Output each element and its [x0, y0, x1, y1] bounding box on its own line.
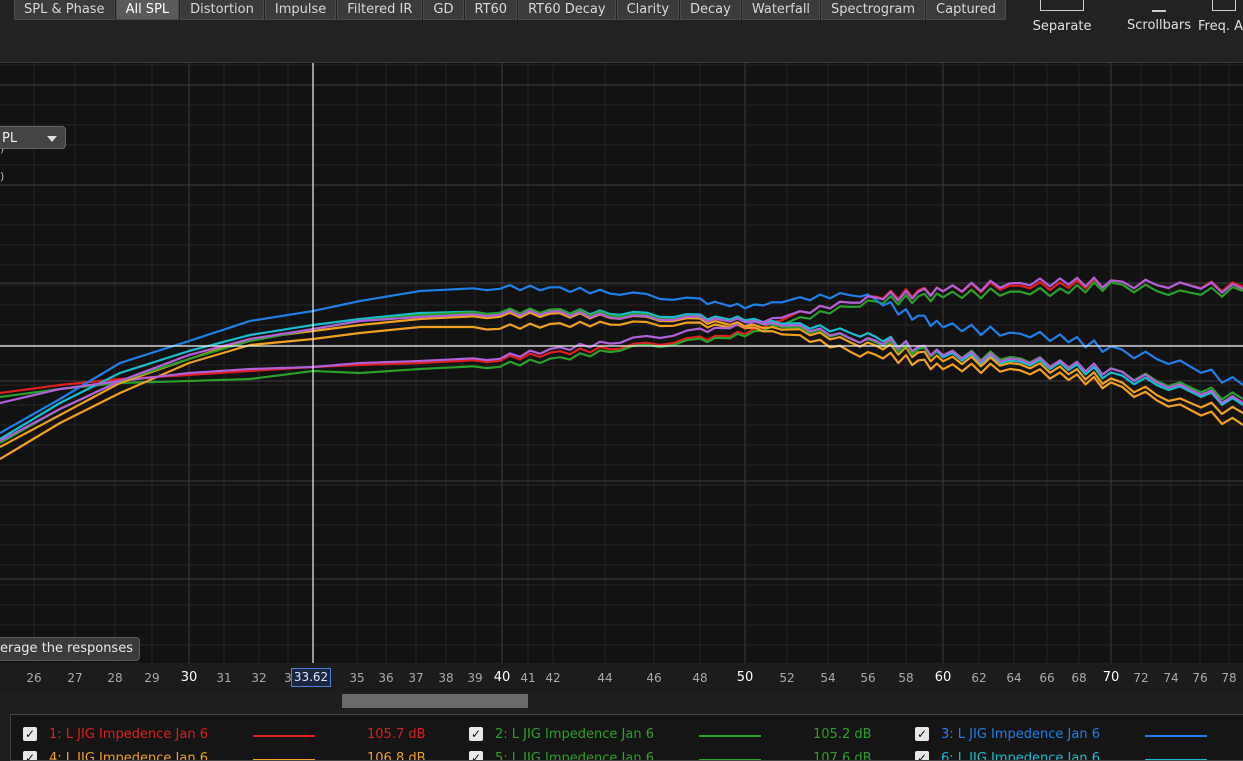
spl-trace [0, 311, 1243, 448]
freq-axis-icon [1212, 0, 1236, 11]
tab-decay[interactable]: Decay [680, 0, 741, 20]
horizontal-scrollbar[interactable] [0, 692, 1243, 710]
legend-item[interactable]: ✓ 5: L JIG Impedence Jan 6 107.6 dB [469, 749, 909, 761]
frequency-tick-label: 44 [597, 671, 613, 685]
legend-checkbox[interactable]: ✓ [23, 751, 37, 760]
legend-checkbox[interactable]: ✓ [469, 727, 483, 741]
frequency-tick-label: 26 [26, 671, 42, 685]
tab-distortion[interactable]: Distortion [180, 0, 264, 20]
spl-graph[interactable]: ) ) [0, 63, 1243, 663]
legend-item[interactable]: ✓ 4: L JIG Impedence Jan 6 106.8 dB [23, 749, 463, 761]
legend-item[interactable]: ✓ 1: L JIG Impedence Jan 6 105.7 dB [23, 725, 463, 745]
frequency-tick-label: 50 [736, 670, 754, 685]
frequency-tick-label: 76 [1192, 671, 1208, 685]
spl-trace [0, 281, 1243, 399]
average-responses-button[interactable]: erage the responses [0, 637, 140, 661]
frequency-tick-label: 64 [1006, 671, 1022, 685]
frequency-tick-label: 28 [107, 671, 123, 685]
measurement-legend: ✓ 1: L JIG Impedence Jan 6 105.7 dB ✓ 2: L J… [10, 714, 1243, 761]
frequency-tick-label: 41 [520, 671, 536, 685]
frequency-tick-label: 38 [438, 671, 454, 685]
frequency-tick-label: 31 [216, 671, 232, 685]
frequency-tick-label: 35 [349, 671, 365, 685]
separate-icon [1040, 0, 1084, 11]
chevron-down-icon [47, 136, 57, 142]
tab-clarity[interactable]: Clarity [616, 0, 680, 20]
scrollbars-button[interactable]: Scrollbars [1124, 0, 1194, 33]
frequency-tick-label: 78 [1221, 671, 1237, 685]
tab-rt60[interactable]: RT60 [464, 0, 518, 20]
freq-axis-button[interactable]: Freq. A [1198, 0, 1243, 34]
legend-checkbox[interactable]: ✓ [915, 751, 929, 760]
legend-color-swatch [253, 735, 315, 737]
frequency-tick-label: 68 [1071, 671, 1087, 685]
frequency-axis: 26 27 28 29 30 31 32 3 35 36 37 38 39 40 41 42 44 46 48 50 5… [0, 664, 1243, 692]
frequency-tick-label: 40 [493, 670, 511, 685]
tab-impulse[interactable]: Impulse [264, 0, 337, 20]
legend-checkbox[interactable]: ✓ [469, 751, 483, 760]
spl-graph-canvas[interactable] [0, 63, 1243, 663]
legend-name: 3: L JIG Impedence Jan 6 [941, 727, 1100, 742]
frequency-tick-label: 30 [180, 670, 198, 685]
frequency-tick-label: 52 [779, 671, 795, 685]
tab-gd[interactable]: GD [423, 0, 464, 20]
spl-type-dropdown[interactable]: PL [0, 126, 66, 149]
legend-item[interactable]: ✓ 2: L JIG Impedence Jan 6 105.2 dB [469, 725, 909, 745]
frequency-tick-label: 56 [860, 671, 876, 685]
legend-value: 105.7 dB [367, 727, 426, 742]
frequency-tick-label: 72 [1133, 671, 1149, 685]
frequency-tick-label: 39 [467, 671, 483, 685]
scrollbars-icon [1152, 6, 1166, 12]
frequency-tick-label: 27 [67, 671, 83, 685]
toolbar: SPL & Phase All SPL Distortion Impulse Filte… [0, 0, 1243, 63]
scrollbar-thumb[interactable] [342, 694, 528, 708]
legend-name: 6: L JIG Impedence Jan 6 [941, 751, 1100, 761]
frequency-tick-label: 36 [378, 671, 394, 685]
tab-captured[interactable]: Captured [926, 0, 1006, 20]
cursor-frequency-readout: 33.62 [291, 668, 331, 687]
tab-spl-phase[interactable]: SPL & Phase [14, 0, 115, 20]
frequency-tick-label: 54 [820, 671, 836, 685]
legend-item[interactable]: ✓ 3: L JIG Impedence Jan 6 [915, 725, 1243, 745]
legend-name: 5: L JIG Impedence Jan 6 [495, 751, 654, 761]
frequency-tick-label: 60 [934, 670, 952, 685]
frequency-tick-label: 70 [1102, 670, 1120, 685]
frequency-tick-label: 46 [646, 671, 662, 685]
separate-button[interactable]: Separate [1032, 0, 1092, 34]
legend-checkbox[interactable]: ✓ [23, 727, 37, 741]
legend-item[interactable]: ✓ 6: L JIG Impedence Jan 6 [915, 749, 1243, 761]
tab-filtered-ir[interactable]: Filtered IR [337, 0, 423, 20]
graph-tabs: SPL & Phase All SPL Distortion Impulse Filte… [14, 0, 1006, 20]
frequency-tick-label: 32 [251, 671, 267, 685]
tab-spectrogram[interactable]: Spectrogram [821, 0, 926, 20]
frequency-tick-label: 42 [545, 671, 561, 685]
legend-checkbox[interactable]: ✓ [915, 727, 929, 741]
tab-all-spl[interactable]: All SPL [115, 0, 180, 20]
frequency-tick-label: 29 [144, 671, 160, 685]
frequency-tick-label: 62 [971, 671, 987, 685]
tab-waterfall[interactable]: Waterfall [741, 0, 821, 20]
spl-trace [0, 276, 1243, 405]
legend-color-swatch [699, 735, 761, 737]
legend-value: 105.2 dB [813, 727, 872, 742]
frequency-tick-label: 37 [408, 671, 424, 685]
legend-value: 106.8 dB [367, 751, 426, 761]
frequency-tick-label: 66 [1039, 671, 1055, 685]
frequency-tick-label: 74 [1163, 671, 1179, 685]
legend-name: 4: L JIG Impedence Jan 6 [49, 751, 208, 761]
frequency-tick-label: 48 [692, 671, 708, 685]
frequency-tick-label: 58 [898, 671, 914, 685]
legend-name: 1: L JIG Impedence Jan 6 [49, 727, 208, 742]
legend-value: 107.6 dB [813, 751, 872, 761]
legend-color-swatch [1145, 735, 1207, 737]
legend-name: 2: L JIG Impedence Jan 6 [495, 727, 654, 742]
tab-rt60-decay[interactable]: RT60 Decay [518, 0, 616, 20]
